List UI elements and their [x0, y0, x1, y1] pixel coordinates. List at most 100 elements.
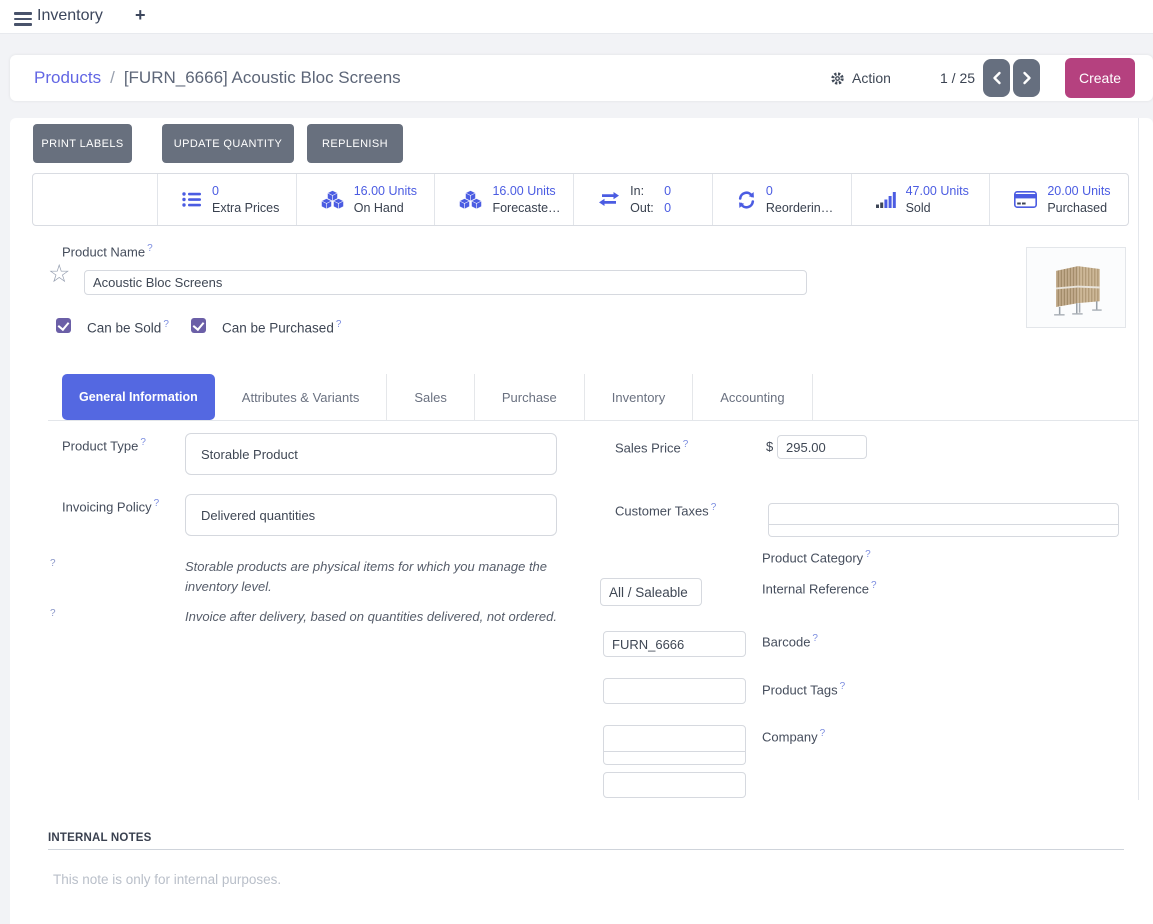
action-menu-button[interactable]: Action — [830, 55, 891, 101]
create-button[interactable]: Create — [1065, 58, 1135, 98]
gear-icon — [830, 71, 845, 86]
credit-card-icon — [1014, 191, 1037, 208]
company-label: Company? — [762, 728, 825, 744]
product-category-label: Product Category? — [762, 549, 871, 565]
form-sheet: PRINT LABELS UPDATE QUANTITY REPLENISH 0… — [10, 118, 1153, 924]
help-marker[interactable]: ? — [683, 439, 689, 450]
page-title: [FURN_6666] Acoustic Bloc Screens — [124, 68, 401, 88]
product-image[interactable] — [1026, 247, 1126, 328]
product-type-label: Product Type? — [62, 437, 146, 453]
tab-sales[interactable]: Sales — [387, 374, 475, 420]
help-marker[interactable]: ? — [865, 549, 871, 560]
product-tags-label: Product Tags? — [762, 681, 845, 697]
internal-notes-placeholder[interactable]: This note is only for internal purposes. — [53, 872, 281, 887]
cubes-icon — [321, 190, 344, 209]
breadcrumb-separator: / — [110, 68, 115, 88]
product-name-input[interactable] — [84, 270, 807, 295]
control-panel: Products / [FURN_6666] Acoustic Bloc Scr… — [10, 55, 1153, 101]
bar-chart-icon — [876, 191, 896, 208]
help-marker[interactable]: ? — [154, 498, 160, 509]
product-category-input[interactable] — [600, 578, 702, 606]
customer-taxes-label: Customer Taxes? — [615, 502, 716, 518]
can-be-purchased-checkbox[interactable] — [191, 318, 206, 333]
tabs-bottom-border — [48, 420, 1138, 421]
replenish-button[interactable]: REPLENISH — [307, 124, 403, 163]
can-be-sold-label: Can be Sold? — [87, 319, 169, 336]
out-label: Out: — [630, 200, 664, 216]
sales-price-input[interactable] — [777, 435, 867, 459]
acoustic-screen-image — [1028, 249, 1124, 326]
product-name-label: Product Name? — [62, 243, 153, 259]
stat-reordering-rules[interactable]: 0Reorderin… — [712, 174, 851, 225]
invoicing-policy-select[interactable]: Delivered quantities — [185, 494, 557, 536]
add-tab-icon[interactable]: + — [135, 5, 146, 26]
stat-value: 0 — [212, 183, 279, 199]
stat-label: Sold — [906, 200, 969, 216]
stat-label: Reorderin… — [766, 200, 833, 216]
stat-forecasted[interactable]: 16.00 UnitsForecaste… — [434, 174, 573, 225]
sales-price-label: Sales Price? — [615, 439, 688, 455]
inventory-product-form-page: Inventory + Products / [FURN_6666] Acous… — [0, 0, 1153, 924]
can-be-purchased-label: Can be Purchased? — [222, 319, 341, 336]
top-navbar: Inventory + — [0, 0, 1153, 34]
customer-taxes-input[interactable] — [768, 503, 1119, 537]
chevron-left-icon — [992, 71, 1002, 85]
company-input[interactable] — [603, 772, 746, 798]
stat-sold[interactable]: 47.00 UnitsSold — [851, 174, 990, 225]
tab-inventory[interactable]: Inventory — [585, 374, 693, 420]
stat-value: 16.00 Units — [492, 183, 560, 199]
stat-extra-prices[interactable]: 0Extra Prices — [157, 174, 296, 225]
exchange-arrows-icon — [598, 192, 620, 208]
barcode-label: Barcode? — [762, 633, 818, 649]
help-marker[interactable]: ? — [711, 502, 717, 513]
product-type-help-text: Storable products are physical items for… — [185, 557, 563, 596]
stat-value: 47.00 Units — [906, 183, 969, 199]
list-icon — [182, 191, 202, 208]
stat-on-hand[interactable]: 16.00 UnitsOn Hand — [296, 174, 435, 225]
favorite-star-icon[interactable]: ☆ — [48, 262, 70, 287]
pager-previous-button[interactable] — [983, 59, 1010, 97]
invoicing-policy-label: Invoicing Policy? — [62, 498, 159, 514]
help-marker[interactable]: ? — [871, 580, 877, 591]
stat-purchased[interactable]: 20.00 UnitsPurchased — [989, 174, 1128, 225]
breadcrumb-products-link[interactable]: Products — [34, 68, 101, 88]
stat-button-box: 0Extra Prices 16.00 UnitsOn Hand — [32, 173, 1129, 226]
barcode-input[interactable] — [603, 678, 746, 704]
stat-value: 16.00 Units — [354, 183, 417, 199]
help-marker[interactable]: ? — [840, 681, 846, 692]
cubes-icon — [459, 190, 482, 209]
print-labels-button[interactable]: PRINT LABELS — [33, 124, 132, 163]
product-tags-input[interactable] — [603, 725, 746, 765]
tab-general-information[interactable]: General Information — [62, 374, 215, 420]
invoicing-policy-help-text: Invoice after delivery, based on quantit… — [185, 607, 563, 627]
stat-label: Purchased — [1047, 200, 1110, 216]
tab-purchase[interactable]: Purchase — [475, 374, 585, 420]
stat-label: On Hand — [354, 200, 417, 216]
help-marker[interactable]: ? — [140, 437, 146, 448]
help-marker[interactable]: ? — [812, 633, 818, 644]
in-out-values: In:0 Out:0 — [630, 183, 671, 216]
internal-reference-input[interactable] — [603, 631, 746, 657]
tab-accounting[interactable]: Accounting — [693, 374, 812, 420]
stat-in-out[interactable]: In:0 Out:0 — [573, 174, 712, 225]
stat-label: Extra Prices — [212, 200, 279, 216]
can-be-sold-checkbox[interactable] — [56, 318, 71, 333]
help-marker[interactable]: ? — [336, 319, 342, 330]
product-type-select[interactable]: Storable Product — [185, 433, 557, 475]
breadcrumb: Products / [FURN_6666] Acoustic Bloc Scr… — [34, 55, 401, 101]
help-marker[interactable]: ? — [820, 728, 826, 739]
stat-label: Forecaste… — [492, 200, 560, 216]
tab-attributes-variants[interactable]: Attributes & Variants — [215, 374, 388, 420]
action-label: Action — [852, 70, 891, 86]
help-marker[interactable]: ? — [50, 608, 56, 619]
help-marker[interactable]: ? — [147, 243, 153, 254]
update-quantity-button[interactable]: UPDATE QUANTITY — [162, 124, 294, 163]
help-marker[interactable]: ? — [50, 558, 56, 569]
pager-next-button[interactable] — [1013, 59, 1040, 97]
help-marker[interactable]: ? — [163, 319, 169, 330]
stat-empty-cell — [33, 174, 157, 225]
out-value: 0 — [664, 201, 671, 215]
internal-notes-title: INTERNAL NOTES — [48, 832, 152, 844]
app-name[interactable]: Inventory — [37, 7, 103, 25]
hamburger-menu-icon[interactable] — [14, 12, 32, 29]
